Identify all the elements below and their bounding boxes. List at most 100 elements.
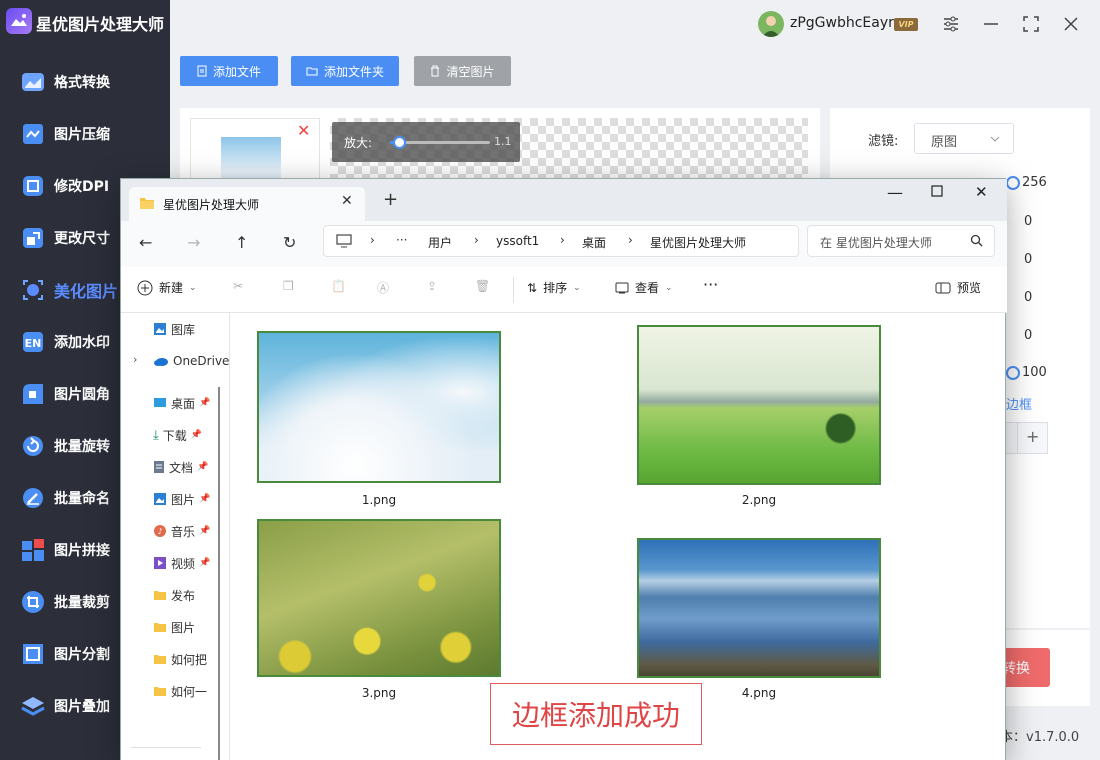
back-icon[interactable]: ← [139,233,152,252]
chevron-right-icon: › [560,233,565,247]
nav-label: 下载 [162,428,187,443]
search-icon [970,234,983,247]
sort-button[interactable]: ⇅ 排序 ⌄ [527,279,581,296]
file-thumbnail[interactable] [257,331,501,483]
file-icon [197,65,207,77]
delete-icon[interactable]: 🗑 [475,279,490,293]
explorer-tab[interactable]: 星优图片处理大师 ✕ [129,187,365,221]
minimize-icon[interactable] [982,15,1000,33]
up-icon[interactable]: ↑ [235,233,248,252]
breadcrumb-item[interactable]: yssoft1 [496,234,539,248]
desktop-icon [153,397,167,409]
share-icon[interactable]: ⇪ [427,279,437,293]
cut-icon[interactable]: ✂ [233,279,243,293]
svg-text:EN: EN [25,337,42,350]
sidebar-item-format-convert[interactable]: 格式转换 [0,56,170,108]
remove-image-icon[interactable]: ✕ [297,121,310,140]
chevron-right-icon: › [474,233,479,247]
computer-icon [336,234,352,248]
maximize-icon[interactable] [1022,15,1040,33]
nav-label: 发布 [171,588,196,603]
sidebar-item-label: 添加水印 [54,335,110,351]
add-folder-button[interactable]: 添加文件夹 [291,56,399,86]
sidebar-item-label: 图片圆角 [54,387,110,403]
pin-icon: 📌 [197,462,209,472]
border-link[interactable]: 边框 [1006,394,1032,413]
trash-icon [430,65,440,77]
new-tab-icon[interactable]: + [383,189,398,210]
sidebar-item-label: 批量裁剪 [54,595,110,611]
rename-icon[interactable]: Ⓐ [377,279,389,296]
preview-pane-icon [935,282,951,294]
chevron-down-icon: ⌄ [665,282,673,293]
overlay-icon [20,693,46,719]
close-icon[interactable]: ✕ [975,183,988,201]
file-name[interactable]: 1.png [319,493,439,507]
view-label: 查看 [635,281,660,295]
sidebar-item-label: 图片叠加 [54,699,110,715]
forward-icon[interactable]: → [187,233,200,252]
file-thumbnail[interactable] [637,538,881,678]
new-button[interactable]: 新建 ⌄ [137,279,197,296]
file-name[interactable]: 4.png [699,686,819,700]
clear-images-button[interactable]: 清空图片 [414,56,511,86]
copy-icon[interactable]: ❐ [283,279,294,293]
nav-item-gallery[interactable]: 图库 [153,319,229,339]
more-path-icon[interactable]: ··· [396,233,407,247]
tab-close-icon[interactable]: ✕ [341,193,353,209]
search-box[interactable]: 在 星优图片处理大师 [807,225,995,257]
pictures-icon [153,492,167,506]
toolbar-divider [513,277,514,303]
vip-badge: VIP [894,18,918,31]
top-bar: zPgGwbhcEayr VIP [170,0,1100,48]
add-file-button[interactable]: 添加文件 [180,56,278,86]
slider-handle[interactable] [1006,176,1020,190]
filter-select[interactable]: 原图 [914,123,1014,154]
success-banner: 边框添加成功 [490,683,702,745]
explorer-tab-title: 星优图片处理大师 [163,198,260,212]
maximize-icon[interactable] [931,185,943,197]
chevron-down-icon: ⌄ [573,282,581,293]
preview-pane-label: 预览 [957,281,982,295]
zoom-slider[interactable] [390,136,490,149]
chevron-right-icon: › [370,233,375,247]
settings-icon[interactable] [942,15,960,33]
file-name[interactable]: 3.png [319,686,439,700]
pin-icon: 📌 [199,398,211,408]
view-button[interactable]: 查看 ⌄ [615,279,673,296]
nav-item-onedrive[interactable]: OneDrive [153,351,229,371]
breadcrumb-item[interactable]: 用户 [428,234,452,251]
paste-icon[interactable]: 📋 [331,279,346,293]
plus-icon[interactable]: + [1026,427,1039,446]
breadcrumb-item[interactable]: 星优图片处理大师 [650,234,746,251]
nav-scrollbar[interactable] [218,387,220,760]
watermark-icon: EN [20,329,46,355]
filter-select-value: 原图 [931,135,958,150]
address-bar[interactable]: › ··· 用户 › yssoft1 › 桌面 › 星优图片处理大师 [323,225,799,257]
preview-pane-button[interactable]: 预览 [935,279,981,296]
nav-label: 图片 [171,620,196,635]
more-options-icon[interactable]: ··· [703,275,718,294]
plus-circle-icon [137,280,153,296]
chevron-right-icon[interactable]: › [133,353,137,366]
music-icon: ♪ [153,524,167,538]
breadcrumb-item[interactable]: 桌面 [582,234,606,251]
refresh-icon[interactable]: ↻ [283,233,296,252]
sidebar-item-label: 图片压缩 [54,127,110,143]
close-icon[interactable] [1062,15,1080,33]
avatar[interactable] [758,11,784,37]
sidebar-item-compress[interactable]: 图片压缩 [0,108,170,160]
nav-label: 文档 [169,460,194,475]
round-corner-icon [20,381,46,407]
zoom-slider-handle[interactable] [393,136,406,149]
chevron-right-icon: › [628,233,633,247]
folder-icon [153,653,167,665]
chevron-down-icon: ⌄ [189,282,197,293]
file-name[interactable]: 2.png [699,493,819,507]
nav-label: 音乐 [171,524,196,539]
minimize-icon[interactable]: — [887,183,903,202]
slider-handle[interactable] [1006,366,1020,380]
app-logo-icon [6,8,32,34]
file-thumbnail[interactable] [257,519,501,677]
file-thumbnail[interactable] [637,325,881,485]
